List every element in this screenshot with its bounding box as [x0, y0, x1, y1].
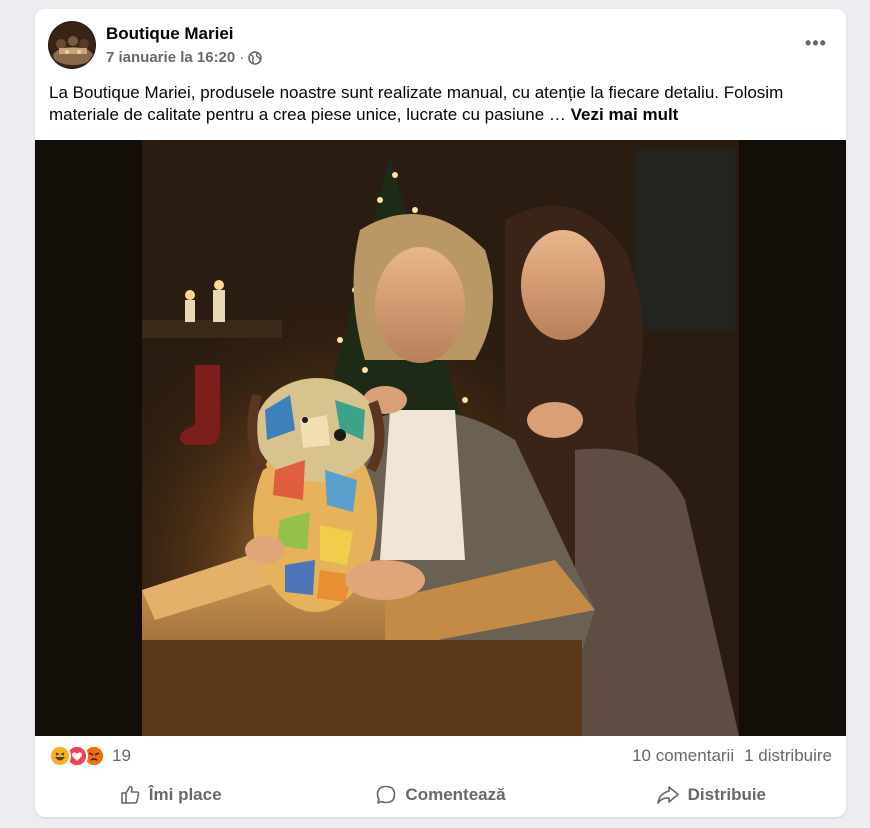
share-button[interactable]: Distribuie	[576, 777, 846, 813]
post-photo[interactable]	[35, 140, 846, 736]
comments-count[interactable]: 10 comentarii	[632, 746, 734, 766]
globe-icon[interactable]	[248, 50, 263, 65]
share-label: Distribuie	[687, 785, 767, 804]
engagement-stats: 10 comentarii 1 distribuire	[632, 746, 832, 766]
comment-button[interactable]: Comentează	[305, 777, 575, 813]
share-icon	[656, 784, 680, 806]
thumbs-up-icon	[119, 784, 141, 806]
reaction-summary[interactable]: 19	[49, 745, 131, 767]
comment-label: Comentează	[405, 785, 506, 804]
page-name[interactable]: Boutique Mariei	[106, 24, 234, 44]
post-stats: 19 10 comentarii 1 distribuire	[35, 745, 846, 769]
comment-icon	[375, 784, 397, 806]
page-avatar[interactable]	[48, 21, 96, 69]
see-more-link[interactable]: Vezi mai mult	[571, 105, 679, 124]
shares-count[interactable]: 1 distribuire	[744, 746, 832, 766]
post-actions: Îmi place Comentează Distribuie	[35, 777, 846, 813]
meta-separator: ·	[239, 49, 245, 66]
like-button[interactable]: Îmi place	[35, 777, 305, 813]
post-timestamp[interactable]: 7 ianuarie la 16:20	[106, 49, 235, 66]
post-card: Boutique Mariei 7 ianuarie la 16:20 · ••…	[35, 9, 846, 817]
post-meta: 7 ianuarie la 16:20 ·	[106, 49, 263, 66]
like-label: Îmi place	[148, 785, 222, 804]
more-options-button[interactable]: •••	[802, 29, 830, 57]
post-caption: La Boutique Mariei, produsele noastre su…	[49, 82, 839, 126]
reaction-count[interactable]: 19	[112, 746, 131, 766]
post-header: Boutique Mariei 7 ianuarie la 16:20 · ••…	[35, 9, 846, 79]
haha-icon	[49, 745, 71, 767]
